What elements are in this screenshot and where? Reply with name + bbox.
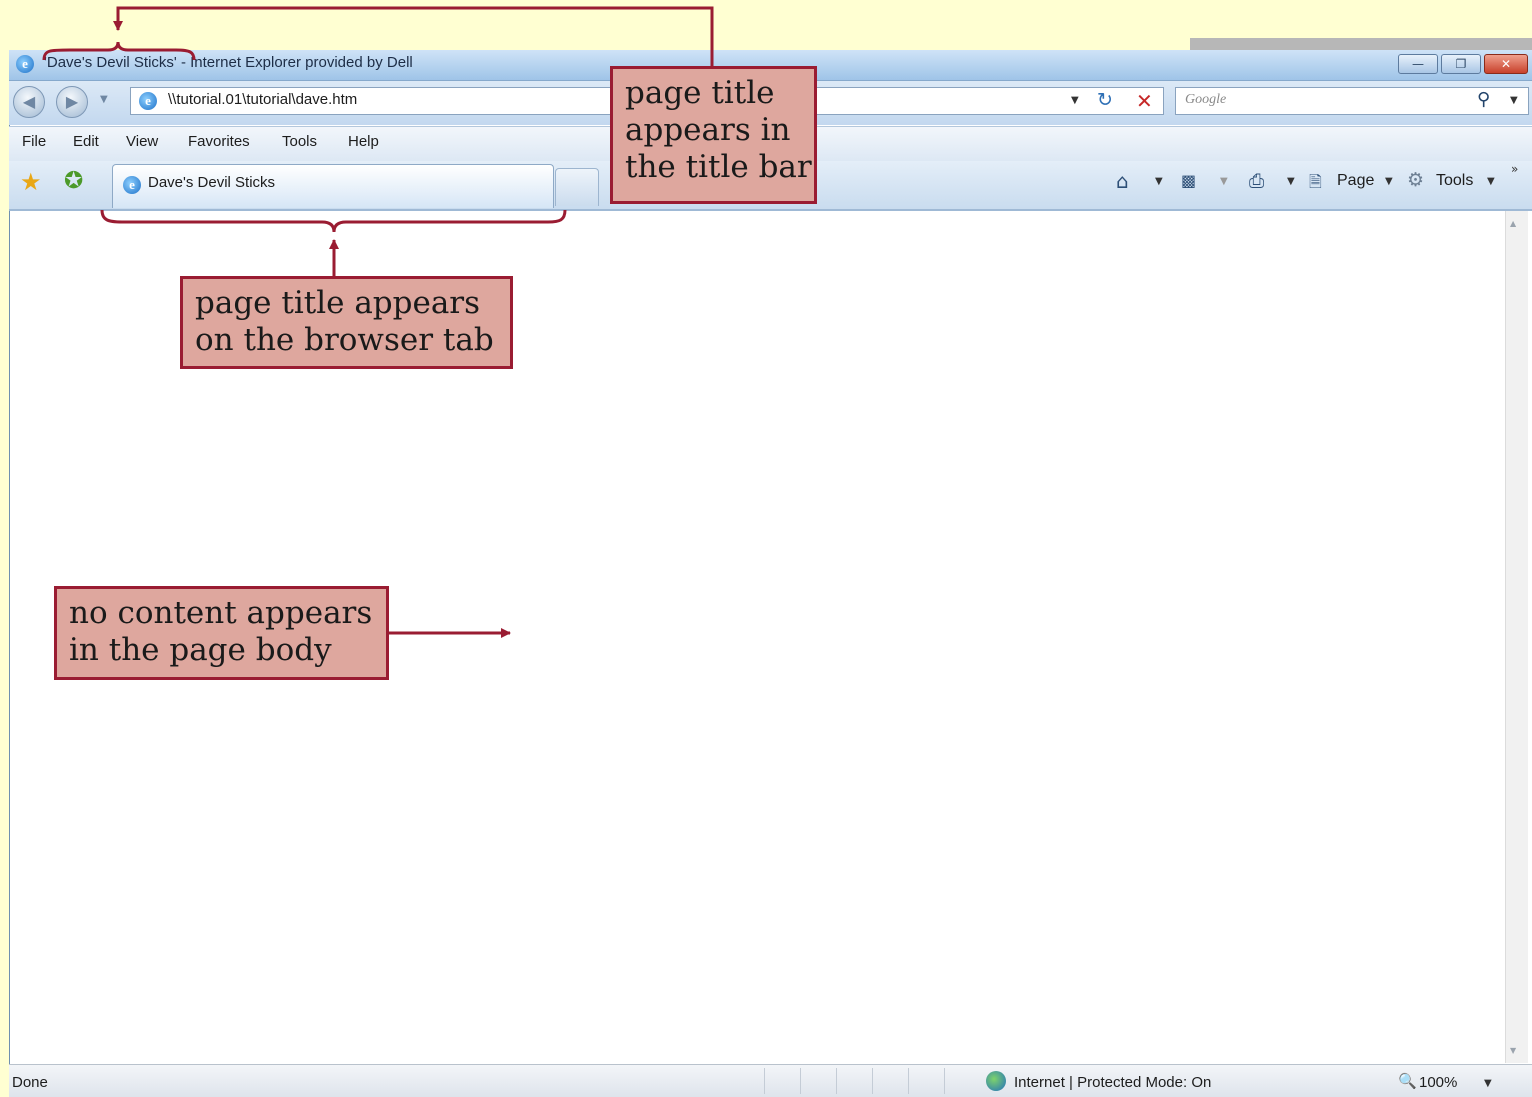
callout-line: page title appears bbox=[195, 285, 481, 321]
page-body-callout: no content appears in the page body bbox=[54, 586, 389, 680]
callout-line: appears in bbox=[625, 112, 791, 148]
title-callout-leader bbox=[113, 6, 714, 68]
callout-line: in the page body bbox=[69, 632, 332, 668]
callout-line: page title bbox=[625, 75, 775, 111]
callout-line: no content appears bbox=[69, 595, 373, 631]
tab-bracket bbox=[100, 209, 567, 233]
title-bar-callout: page title appears in the title bar bbox=[610, 66, 817, 204]
title-bar-bracket bbox=[42, 41, 196, 61]
callout-line: the title bar bbox=[625, 149, 812, 185]
callout-line: on the browser tab bbox=[195, 322, 494, 358]
browser-tab-callout: page title appears on the browser tab bbox=[180, 276, 513, 369]
